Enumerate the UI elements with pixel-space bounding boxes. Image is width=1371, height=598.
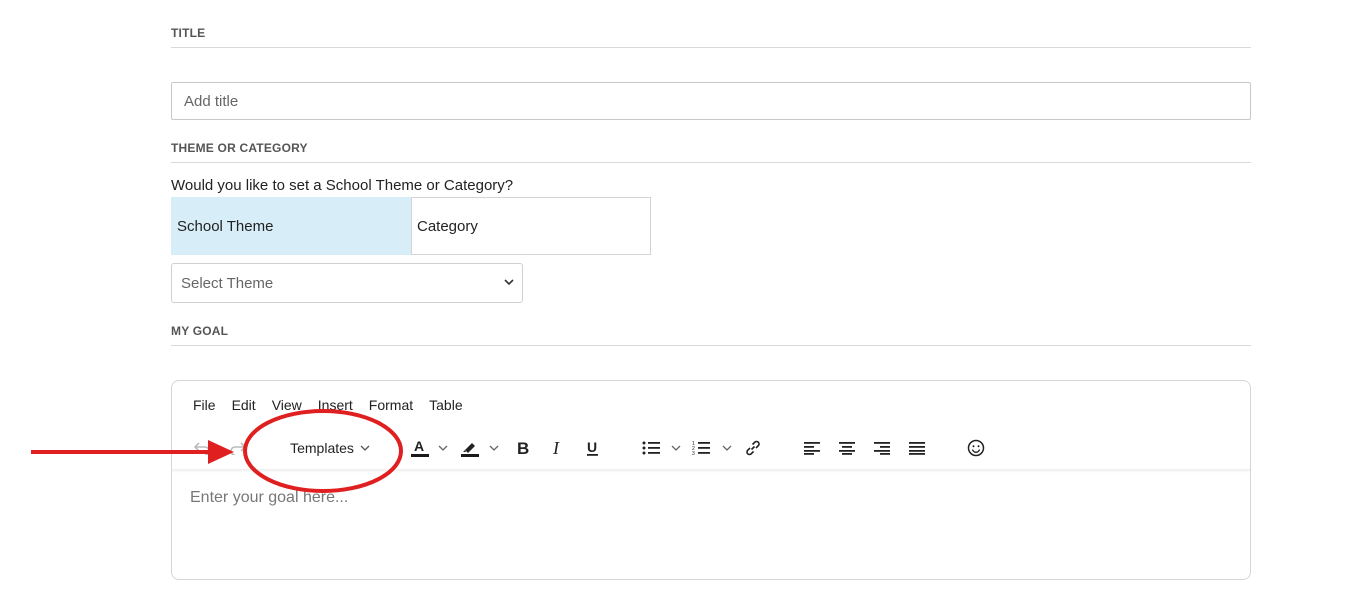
menu-file[interactable]: File [193,397,216,413]
goal-editor[interactable]: File Edit View Insert Format Table Templ… [171,380,1251,580]
editor-menubar: File Edit View Insert Format Table [193,397,479,413]
svg-text:3: 3 [692,451,695,456]
category-toggle[interactable]: Category [411,197,651,255]
theme-section-label: THEME OR CATEGORY [171,141,1251,163]
menu-table[interactable]: Table [429,397,462,413]
bold-icon[interactable]: B [512,433,534,463]
redo-icon[interactable] [226,433,250,463]
page-heading [0,0,1371,8]
underline-icon[interactable]: U [581,433,603,463]
undo-icon[interactable] [190,433,214,463]
theme-select-value: Select Theme [181,274,274,292]
numbered-list-icon[interactable]: 1 2 3 [690,433,712,463]
menu-format[interactable]: Format [369,397,413,413]
title-section-label: TITLE [171,26,1251,48]
chevron-down-icon [504,277,514,289]
bullet-list-icon[interactable] [640,433,662,463]
svg-text:I: I [552,439,560,457]
chevron-down-icon[interactable] [436,433,450,463]
svg-text:U: U [587,439,597,455]
align-right-icon[interactable] [871,433,893,463]
emoji-icon[interactable] [965,433,987,463]
chevron-down-icon[interactable] [669,433,683,463]
align-justify-icon[interactable] [906,433,928,463]
menu-edit[interactable]: Edit [232,397,256,413]
school-theme-toggle[interactable]: School Theme [171,197,412,255]
chevron-down-icon[interactable] [487,433,501,463]
toolbar-divider [172,469,1250,473]
svg-text:B: B [517,439,529,457]
align-center-icon[interactable] [836,433,858,463]
svg-text:A: A [414,438,424,454]
theme-select[interactable]: Select Theme [171,263,523,303]
menu-insert[interactable]: Insert [318,397,353,413]
chevron-down-icon [360,445,370,451]
title-input[interactable] [171,82,1251,120]
school-theme-label: School Theme [177,217,274,235]
highlight-icon[interactable] [458,433,482,463]
category-label: Category [417,217,478,235]
goal-section-label: MY GOAL [171,324,1251,346]
chevron-down-icon[interactable] [720,433,734,463]
link-icon[interactable] [742,433,764,463]
templates-dropdown[interactable]: Templates [284,433,376,463]
templates-label: Templates [290,440,354,456]
align-left-icon[interactable] [801,433,823,463]
goal-editor-placeholder: Enter your goal here... [190,489,349,506]
menu-view[interactable]: View [272,397,302,413]
text-color-icon[interactable]: A [408,433,432,463]
italic-icon[interactable]: I [546,433,568,463]
theme-question: Would you like to set a School Theme or … [171,177,514,194]
